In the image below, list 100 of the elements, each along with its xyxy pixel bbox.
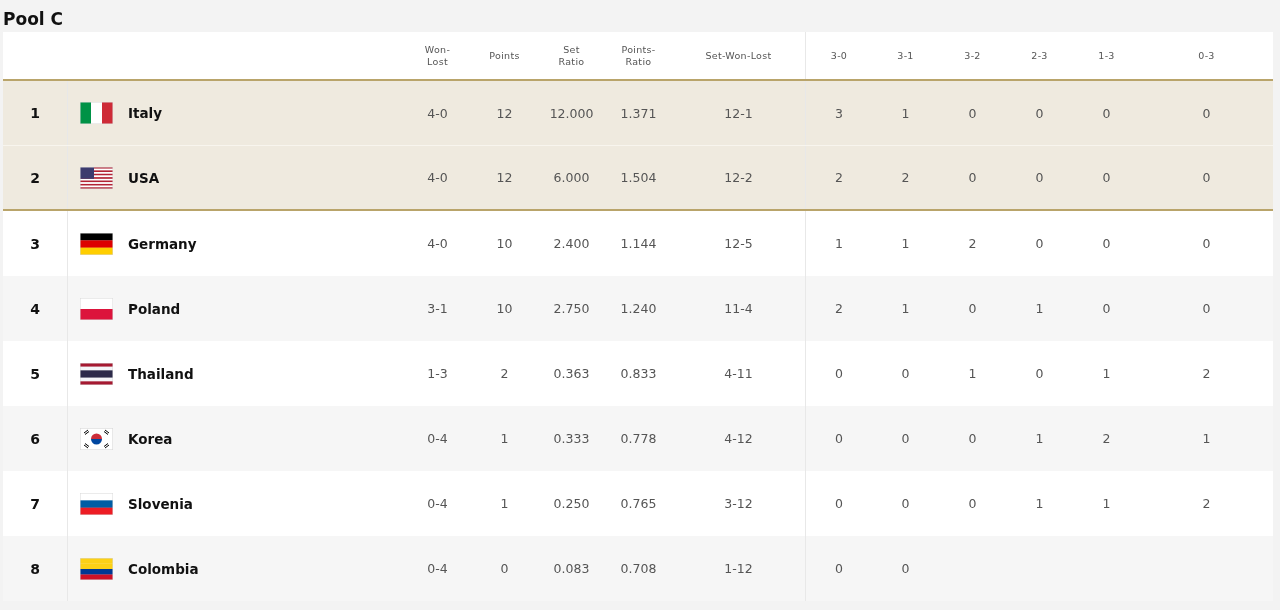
rank-number: 1 (30, 105, 40, 121)
stat-value: 3 (835, 105, 843, 121)
stat-value: 1 (500, 496, 509, 511)
stat-value: 0 (1202, 170, 1211, 185)
stat-value: 1 (1035, 496, 1044, 511)
stat-value: 0 (1035, 366, 1044, 381)
stat-value: 0 (1202, 236, 1211, 251)
stat-value: 0.083 (553, 561, 590, 576)
team-name: Poland (128, 300, 181, 317)
column-header: 3-2 (964, 49, 981, 62)
stat-value: 0.833 (620, 366, 657, 381)
stat-value: 1.371 (620, 105, 657, 121)
column-header: 3-1 (897, 49, 914, 62)
stat-value: 12-5 (724, 236, 753, 251)
stat-value: 1 (1035, 431, 1044, 446)
stat-value: 0 (1102, 236, 1111, 251)
stat-value: 2 (835, 170, 843, 185)
stat-value: 2 (500, 366, 509, 381)
column-header: Set-Won-Lost (705, 49, 772, 62)
column-header: Won-Lost (423, 43, 452, 68)
team-name: Slovenia (128, 495, 193, 512)
stat-value: 2 (901, 170, 910, 185)
stat-value: 4-11 (724, 366, 753, 381)
stat-value: 0-4 (427, 431, 448, 446)
stat-value: 1 (901, 301, 910, 316)
stat-value: 12 (496, 170, 513, 185)
pool-title: Pool C (3, 8, 65, 31)
stat-value: 12-1 (724, 105, 753, 121)
stat-value: 0-4 (427, 496, 448, 511)
flag-icon (80, 427, 113, 450)
stat-value: 4-12 (724, 431, 753, 446)
flag-icon (80, 362, 113, 385)
stat-value: 1.144 (620, 236, 657, 251)
stat-value: 2.400 (553, 236, 590, 251)
stat-value: 0.708 (620, 561, 657, 576)
column-header: 1-3 (1098, 49, 1115, 62)
rank-number: 8 (30, 560, 40, 577)
stat-value: 3-1 (427, 301, 448, 316)
stat-value: 0 (1035, 105, 1044, 121)
stat-value: 0 (968, 170, 977, 185)
stat-value: 0 (968, 105, 977, 121)
column-header: 3-0 (830, 49, 848, 62)
stat-value: 0-4 (427, 561, 448, 576)
stat-value: 1 (1035, 301, 1044, 316)
stat-value: 0 (835, 431, 843, 446)
stat-value: 0 (1102, 105, 1111, 121)
stat-value: 1 (500, 431, 509, 446)
team-name: Germany (128, 235, 197, 252)
stat-value: 6.000 (553, 170, 590, 185)
stat-value: 11-4 (724, 301, 753, 316)
stat-value: 1 (968, 366, 977, 381)
stat-value: 0 (1035, 236, 1044, 251)
flag-icon (80, 557, 113, 580)
rank-number: 4 (30, 300, 40, 317)
rank-number: 6 (30, 430, 40, 447)
team-name: USA (128, 169, 160, 186)
stat-value: 1 (1102, 496, 1111, 511)
stat-value: 4-0 (427, 105, 448, 121)
stat-value: 12.000 (549, 105, 594, 121)
stat-value: 0.778 (620, 431, 657, 446)
stat-value: 12 (496, 105, 513, 121)
column-header: 0-3 (1198, 49, 1215, 62)
stat-value: 0.333 (553, 431, 590, 446)
team-name: Korea (128, 430, 173, 447)
stat-value: 10 (496, 301, 513, 316)
column-header: 2-3 (1031, 49, 1048, 62)
stat-value: 1 (901, 236, 910, 251)
stat-value: 12-2 (724, 170, 753, 185)
stat-value: 1 (1102, 366, 1111, 381)
stat-value: 0 (968, 496, 977, 511)
stat-value: 4-0 (427, 170, 448, 185)
rank-number: 2 (30, 169, 40, 186)
stat-value: 2 (968, 236, 977, 251)
stat-value: 1 (901, 105, 910, 121)
stat-value: 0.765 (620, 496, 657, 511)
flag-icon (80, 166, 113, 189)
stat-value: 4-0 (427, 236, 448, 251)
stat-value: 0 (968, 301, 977, 316)
stat-value: 0 (901, 366, 910, 381)
stat-value: 0 (1102, 170, 1111, 185)
rank-number: 5 (30, 365, 40, 382)
stat-value: 2 (1202, 496, 1211, 511)
stat-value: 0 (901, 496, 910, 511)
stat-value: 2 (835, 301, 843, 316)
stat-value: 0.363 (553, 366, 590, 381)
stat-value: 0 (968, 431, 977, 446)
stat-value: 1-3 (427, 366, 448, 381)
flag-icon (80, 232, 113, 255)
stat-value: 0 (1202, 301, 1211, 316)
stat-value: 2 (1102, 431, 1111, 446)
rank-number: 7 (30, 495, 40, 512)
stat-value: 0 (500, 561, 509, 576)
stat-value: 0 (901, 561, 910, 576)
stat-value: 3-12 (724, 496, 753, 511)
column-header: Set Ratio (557, 43, 586, 68)
team-name: Thailand (128, 365, 194, 382)
stat-value: 2 (1202, 366, 1211, 381)
stat-value: 2.750 (553, 301, 590, 316)
stat-value: 0 (901, 431, 910, 446)
stat-value: 1 (1202, 431, 1211, 446)
